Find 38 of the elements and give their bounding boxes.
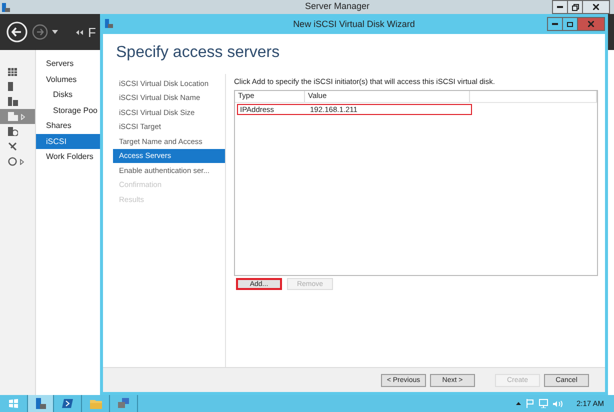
nav-item[interactable]: Shares bbox=[36, 118, 102, 134]
window-title: Server Manager bbox=[305, 1, 370, 11]
dropdown-caret-icon[interactable] bbox=[52, 30, 58, 34]
network-icon[interactable] bbox=[118, 398, 129, 409]
restore-button[interactable] bbox=[567, 0, 583, 14]
back-icon[interactable] bbox=[6, 21, 28, 43]
close-icon bbox=[588, 21, 594, 27]
disk-icon bbox=[8, 127, 18, 136]
nav-item[interactable]: Servers bbox=[36, 56, 102, 72]
breadcrumb-arrows-icon bbox=[76, 30, 83, 34]
nav-icon-row[interactable] bbox=[0, 109, 35, 124]
nav-item[interactable]: Disks bbox=[36, 87, 102, 102]
nav-item[interactable]: Work Folders bbox=[36, 149, 102, 164]
dashboard-icon bbox=[8, 68, 17, 76]
maximize-button[interactable] bbox=[562, 17, 578, 31]
nav-item[interactable]: Storage Poo bbox=[36, 102, 102, 118]
server-icon bbox=[8, 82, 13, 91]
minimize-button[interactable] bbox=[552, 0, 568, 14]
wizard-app-icon bbox=[105, 19, 113, 28]
nav-item[interactable]: iSCSI bbox=[36, 134, 102, 149]
server-manager-icon[interactable] bbox=[36, 398, 46, 409]
breadcrumb-text: F bbox=[88, 24, 96, 40]
wizard-title: New iSCSI Virtual Disk Wizard bbox=[293, 19, 415, 29]
show-hidden-icons-caret[interactable] bbox=[516, 402, 522, 405]
globe-icon bbox=[8, 157, 17, 166]
close-icon bbox=[593, 4, 599, 10]
expand-arrow-icon[interactable] bbox=[20, 158, 24, 164]
servers-icon bbox=[8, 97, 18, 106]
minimize-icon bbox=[552, 23, 558, 25]
app-icon bbox=[2, 2, 10, 12]
close-button[interactable] bbox=[582, 0, 610, 14]
minimize-button[interactable] bbox=[547, 17, 563, 31]
page-heading: Specify access servers bbox=[115, 43, 281, 63]
nav-item[interactable]: Volumes bbox=[36, 72, 102, 87]
powershell-icon[interactable] bbox=[62, 399, 73, 408]
minimize-icon bbox=[557, 6, 563, 8]
maximize-icon bbox=[567, 22, 573, 26]
restore-icon bbox=[572, 4, 578, 10]
